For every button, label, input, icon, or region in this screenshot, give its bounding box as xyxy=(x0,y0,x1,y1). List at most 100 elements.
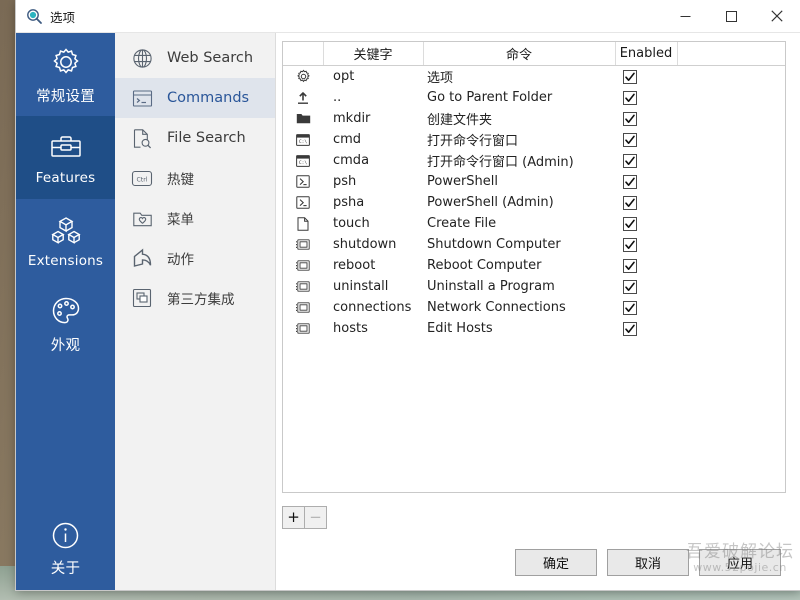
row-icon-cell xyxy=(283,108,323,129)
upload-icon xyxy=(296,90,310,105)
row-command: Go to Parent Folder xyxy=(427,90,553,105)
nav-item-hotkeys[interactable]: Ctrl 热键 xyxy=(115,158,275,198)
row-tail xyxy=(677,255,785,276)
enabled-checkbox[interactable] xyxy=(623,174,637,189)
row-icon-cell xyxy=(283,66,323,88)
table-row[interactable]: connections Network Connections xyxy=(283,297,785,318)
sidebar-item-label: 外观 xyxy=(50,337,81,354)
sidebar-item-about[interactable]: 关于 xyxy=(16,507,115,590)
remove-command-button[interactable]: − xyxy=(305,505,327,529)
enabled-checkbox[interactable] xyxy=(623,321,637,336)
enabled-checkbox[interactable] xyxy=(623,111,637,126)
row-keyword: opt xyxy=(333,69,355,84)
enabled-checkbox[interactable] xyxy=(623,90,637,105)
enabled-checkbox[interactable] xyxy=(623,237,637,252)
commands-table-container: 关键字 命令 Enabled opt 选项.. Go to Parent Folde… xyxy=(282,41,786,493)
enabled-checkbox[interactable] xyxy=(623,132,637,147)
header-tail[interactable] xyxy=(677,42,785,66)
row-enabled-cell[interactable] xyxy=(615,213,677,234)
row-enabled-cell[interactable] xyxy=(615,150,677,171)
file-icon xyxy=(297,216,309,231)
gear-icon xyxy=(48,44,84,80)
table-row[interactable]: opt 选项 xyxy=(283,66,785,88)
row-enabled-cell[interactable] xyxy=(615,297,677,318)
row-enabled-cell[interactable] xyxy=(615,171,677,192)
nav-item-actions[interactable]: 动作 xyxy=(115,238,275,278)
cmd-icon: C:\ xyxy=(296,153,310,168)
ctrl-key-icon: Ctrl xyxy=(131,170,153,187)
sidebar-item-features[interactable]: Features xyxy=(16,116,115,199)
table-row[interactable]: mkdir 创建文件夹 xyxy=(283,108,785,129)
row-command: Edit Hosts xyxy=(427,321,493,336)
maximize-button[interactable] xyxy=(708,0,754,32)
sidebar-item-appearance[interactable]: 外观 xyxy=(16,282,115,365)
row-keyword: cmda xyxy=(333,153,370,168)
row-tail xyxy=(677,87,785,108)
row-keyword: shutdown xyxy=(333,237,397,252)
table-row[interactable]: touch Create File xyxy=(283,213,785,234)
table-row[interactable]: hosts Edit Hosts xyxy=(283,318,785,339)
add-command-button[interactable]: + xyxy=(282,505,305,529)
nav-item-label: Web Search xyxy=(167,50,254,66)
row-enabled-cell[interactable] xyxy=(615,192,677,213)
row-enabled-cell[interactable] xyxy=(615,87,677,108)
sidebar-item-extensions[interactable]: Extensions xyxy=(16,199,115,282)
toolbox-icon xyxy=(48,129,84,165)
enabled-checkbox[interactable] xyxy=(623,258,637,273)
folder-icon xyxy=(296,111,311,126)
nav-item-file-search[interactable]: File Search xyxy=(115,118,275,158)
blocks-icon xyxy=(48,212,84,248)
table-row[interactable]: C:\ cmd 打开命令行窗口 xyxy=(283,129,785,150)
nav-item-integrations[interactable]: 第三方集成 xyxy=(115,278,275,318)
enabled-checkbox[interactable] xyxy=(623,69,637,84)
table-row[interactable]: C:\ cmda 打开命令行窗口 (Admin) xyxy=(283,150,785,171)
header-icon[interactable] xyxy=(283,42,324,66)
row-keyword: .. xyxy=(333,90,342,105)
row-enabled-cell[interactable] xyxy=(615,234,677,255)
table-row[interactable]: uninstall Uninstall a Program xyxy=(283,276,785,297)
nav-item-web-search[interactable]: Web Search xyxy=(115,38,275,78)
nav-item-menu[interactable]: 菜单 xyxy=(115,198,275,238)
row-icon-cell xyxy=(283,87,323,108)
row-enabled-cell[interactable] xyxy=(615,66,677,88)
nav-item-commands[interactable]: Commands xyxy=(115,78,275,118)
header-keyword[interactable]: 关键字 xyxy=(323,42,424,66)
table-row[interactable]: reboot Reboot Computer xyxy=(283,255,785,276)
table-row[interactable]: shutdown Shutdown Computer xyxy=(283,234,785,255)
cpl-icon xyxy=(296,300,310,315)
row-icon-cell xyxy=(283,213,323,234)
table-row[interactable]: .. Go to Parent Folder xyxy=(283,87,785,108)
row-enabled-cell[interactable] xyxy=(615,255,677,276)
row-command: 创建文件夹 xyxy=(427,113,493,128)
row-keyword: hosts xyxy=(333,321,368,336)
cancel-button[interactable]: 取消 xyxy=(607,548,689,576)
enabled-checkbox[interactable] xyxy=(623,279,637,294)
table-row[interactable]: psh PowerShell xyxy=(283,171,785,192)
row-icon-cell xyxy=(283,234,323,255)
apply-button[interactable]: 应用 xyxy=(699,548,781,576)
main-content: 关键字 命令 Enabled opt 选项.. Go to Parent Folde… xyxy=(276,33,800,590)
row-enabled-cell[interactable] xyxy=(615,129,677,150)
row-enabled-cell[interactable] xyxy=(615,108,677,129)
close-button[interactable] xyxy=(754,0,800,32)
table-row[interactable]: psha PowerShell (Admin) xyxy=(283,192,785,213)
enabled-checkbox[interactable] xyxy=(623,300,637,315)
enabled-checkbox[interactable] xyxy=(623,195,637,210)
row-enabled-cell[interactable] xyxy=(615,276,677,297)
minimize-button[interactable] xyxy=(662,0,708,32)
header-command[interactable]: 命令 xyxy=(423,42,616,66)
file-search-icon xyxy=(131,128,153,149)
row-keyword: reboot xyxy=(333,258,376,273)
enabled-checkbox[interactable] xyxy=(623,216,637,231)
enabled-checkbox[interactable] xyxy=(623,153,637,168)
row-command: Network Connections xyxy=(427,300,566,315)
table-body: opt 选项.. Go to Parent Folder mkdir 创建文件夹 C:\ c… xyxy=(283,66,785,340)
ok-button[interactable]: 确定 xyxy=(515,548,597,576)
sidebar-item-general[interactable]: 常规设置 xyxy=(16,33,115,116)
minimize-icon xyxy=(680,11,691,22)
nav-item-label: 第三方集成 xyxy=(167,292,235,308)
row-icon-cell xyxy=(283,255,323,276)
row-enabled-cell[interactable] xyxy=(615,318,677,339)
cmd-icon: C:\ xyxy=(296,132,310,147)
header-enabled[interactable]: Enabled xyxy=(615,42,678,66)
